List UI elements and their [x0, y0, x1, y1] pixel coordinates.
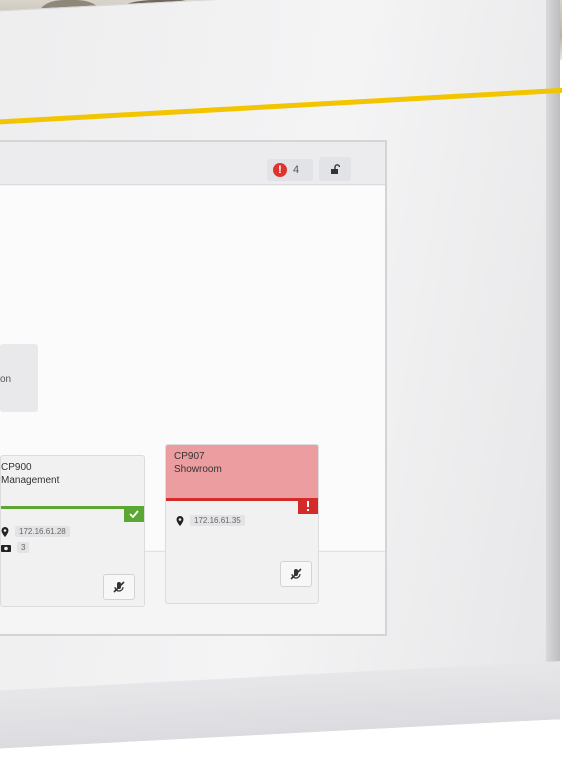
- mute-button[interactable]: [103, 574, 135, 600]
- card-name: Showroom: [174, 464, 222, 475]
- card-id: CP907: [174, 451, 205, 462]
- ip-address: 172.16.61.28: [15, 526, 70, 537]
- camera-row: 3: [1, 542, 30, 553]
- status-line-alert: [166, 498, 318, 501]
- card-id: CP900: [1, 462, 32, 473]
- device-bottom-band: [0, 661, 560, 750]
- status-flag-ok: [124, 506, 144, 522]
- ip-row: 172.16.61.28: [1, 526, 70, 537]
- status-line-ok: [1, 506, 144, 509]
- device-card-cp907[interactable]: CP907 Showroom 172.16.61.35: [165, 444, 319, 604]
- alerts-button[interactable]: ! 4: [267, 159, 313, 181]
- room-tile[interactable]: on: [0, 344, 38, 412]
- lock-button[interactable]: [319, 157, 351, 181]
- photo-scene: ! 4 on CP900 Management 172.16.61.28 3 C…: [0, 0, 562, 774]
- exclamation-icon: [307, 501, 309, 511]
- touch-screen: ! 4 on CP900 Management 172.16.61.28 3 C…: [0, 142, 385, 634]
- unlock-icon: [331, 164, 341, 174]
- room-tile-label: on: [0, 374, 12, 385]
- camera-count: 3: [17, 542, 30, 553]
- ip-address: 172.16.61.35: [190, 515, 245, 526]
- ip-row: 172.16.61.35: [176, 515, 245, 526]
- top-bar: ! 4: [0, 142, 385, 185]
- device-edge: [546, 0, 560, 720]
- status-flag-alert: [298, 498, 318, 514]
- card-name: Management: [1, 475, 60, 486]
- mic-off-icon: [113, 581, 125, 593]
- exclamation-circle-icon: !: [273, 163, 287, 177]
- device-card-cp900[interactable]: CP900 Management 172.16.61.28 3: [0, 455, 145, 607]
- map-pin-icon: [1, 526, 9, 537]
- map-pin-icon: [176, 515, 184, 526]
- check-icon: [129, 510, 139, 518]
- mute-button[interactable]: [280, 561, 312, 587]
- camera-icon: [1, 544, 11, 552]
- mic-off-icon: [290, 568, 302, 580]
- alert-count: 4: [293, 164, 300, 176]
